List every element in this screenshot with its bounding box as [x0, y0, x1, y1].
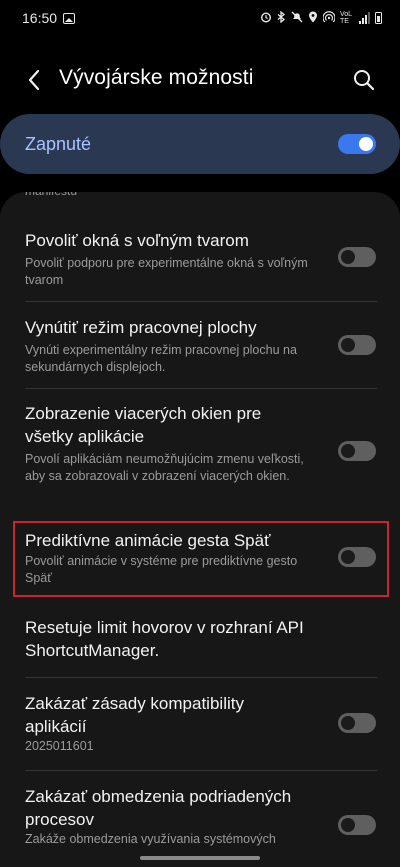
hotspot-icon — [322, 10, 336, 26]
setting-title: Zakázať zásady kompatibility aplikácií — [25, 694, 244, 736]
setting-reset-shortcutmanager-limit[interactable]: Resetuje limit hovorov v rozhraní API Sh… — [0, 604, 400, 674]
volte-icon: VoLTE — [340, 11, 353, 25]
status-bar: 16:50 VoLTE — [0, 0, 400, 36]
setting-description: 2025011601 — [25, 739, 94, 753]
setting-disable-child-process-restrictions[interactable]: Zakázať obmedzenia podriadených procesov… — [0, 771, 400, 867]
multiwindow-all-apps-toggle[interactable] — [338, 441, 376, 461]
setting-title: Povoliť okná s voľným tvarom — [25, 231, 249, 250]
toggle-knob — [341, 338, 355, 352]
setting-title: Resetuje limit hovorov v rozhraní API Sh… — [25, 618, 304, 660]
partially-visible-text: manifestu — [25, 192, 77, 198]
setting-multiwindow-all-apps[interactable]: Zobrazenie viacerých okien pre všetky ap… — [0, 389, 400, 515]
setting-disable-app-compat-policies[interactable]: Zakázať zásady kompatibility aplikácií 2… — [0, 678, 400, 768]
alarm-icon — [260, 11, 272, 26]
search-icon — [354, 70, 375, 91]
bluetooth-icon — [277, 10, 286, 26]
battery-icon — [375, 12, 382, 24]
highlight-annotation-box — [13, 521, 389, 597]
disable-app-compat-policies-toggle[interactable] — [338, 713, 376, 733]
setting-title: Vynútiť režim pracovnej plochy — [25, 318, 257, 337]
setting-title: Zobrazenie viacerých okien pre všetky ap… — [25, 404, 262, 446]
search-button[interactable] — [348, 64, 380, 96]
disable-child-process-restrictions-toggle[interactable] — [338, 815, 376, 835]
freeform-windows-toggle[interactable] — [338, 247, 376, 267]
status-left: 16:50 — [22, 10, 76, 26]
setting-description: Vynúti experimentálny režim pracovnej pl… — [25, 343, 297, 374]
gesture-navigation-handle[interactable] — [140, 856, 260, 860]
master-toggle[interactable] — [338, 134, 376, 154]
status-right: VoLTE — [260, 10, 382, 26]
page-title: Vývojárske možnosti — [59, 66, 254, 89]
image-icon — [63, 12, 76, 24]
setting-description: Povolí aplikáciám neumožňujúcim zmenu ve… — [25, 452, 304, 483]
setting-freeform-windows[interactable]: Povoliť okná s voľným tvarom Povoliť pod… — [0, 222, 400, 302]
toggle-knob — [341, 818, 355, 832]
setting-title: Zakázať obmedzenia podriadených procesov — [25, 787, 292, 829]
toggle-knob — [341, 716, 355, 730]
location-icon — [308, 11, 318, 26]
signal-icon — [359, 12, 370, 24]
toggle-knob — [341, 444, 355, 458]
app-header: Vývojárske možnosti — [0, 52, 400, 108]
status-time: 16:50 — [22, 10, 58, 26]
setting-description: Povoliť podporu pre experimentálne okná … — [25, 256, 308, 287]
force-desktop-mode-toggle[interactable] — [338, 335, 376, 355]
developer-options-master-switch[interactable]: Zapnuté — [0, 114, 400, 174]
chevron-left-icon — [28, 69, 40, 91]
setting-description: Zakáže obmedzenia využívania systémových — [25, 832, 276, 846]
back-button[interactable] — [18, 64, 50, 96]
toggle-knob — [341, 250, 355, 264]
setting-force-desktop-mode[interactable]: Vynútiť režim pracovnej plochy Vynúti ex… — [0, 302, 400, 388]
toggle-knob — [359, 137, 373, 151]
master-switch-label: Zapnuté — [25, 133, 92, 154]
settings-list[interactable]: manifestu Povoliť okná s voľným tvarom P… — [0, 192, 400, 867]
silent-icon — [291, 11, 303, 26]
